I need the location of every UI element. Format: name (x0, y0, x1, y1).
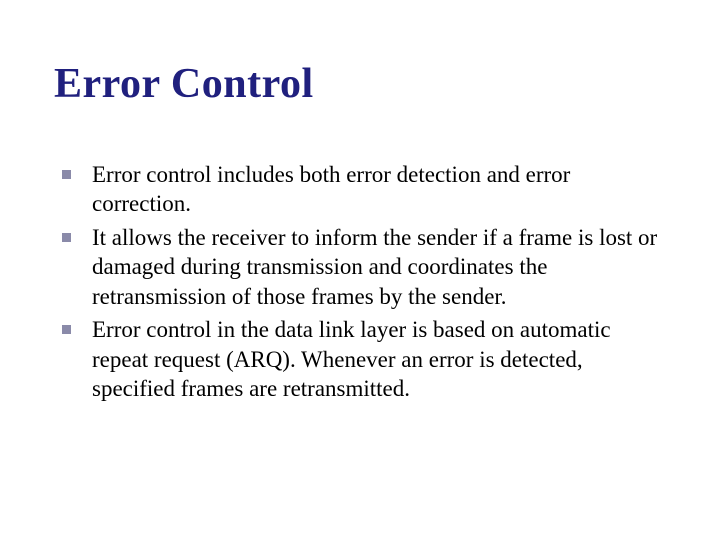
list-item: It allows the receiver to inform the sen… (92, 223, 666, 311)
square-bullet-icon (62, 325, 71, 334)
square-bullet-icon (62, 233, 71, 242)
bullet-text: Error control includes both error detect… (92, 162, 570, 216)
list-item: Error control includes both error detect… (92, 160, 666, 219)
bullet-text: It allows the receiver to inform the sen… (92, 225, 657, 309)
slide-title: Error Control (54, 60, 666, 108)
square-bullet-icon (62, 170, 71, 179)
slide: Error Control Error control includes bot… (0, 0, 720, 540)
bullet-text: Error control in the data link layer is … (92, 317, 611, 401)
bullet-list: Error control includes both error detect… (54, 160, 666, 404)
list-item: Error control in the data link layer is … (92, 315, 666, 403)
